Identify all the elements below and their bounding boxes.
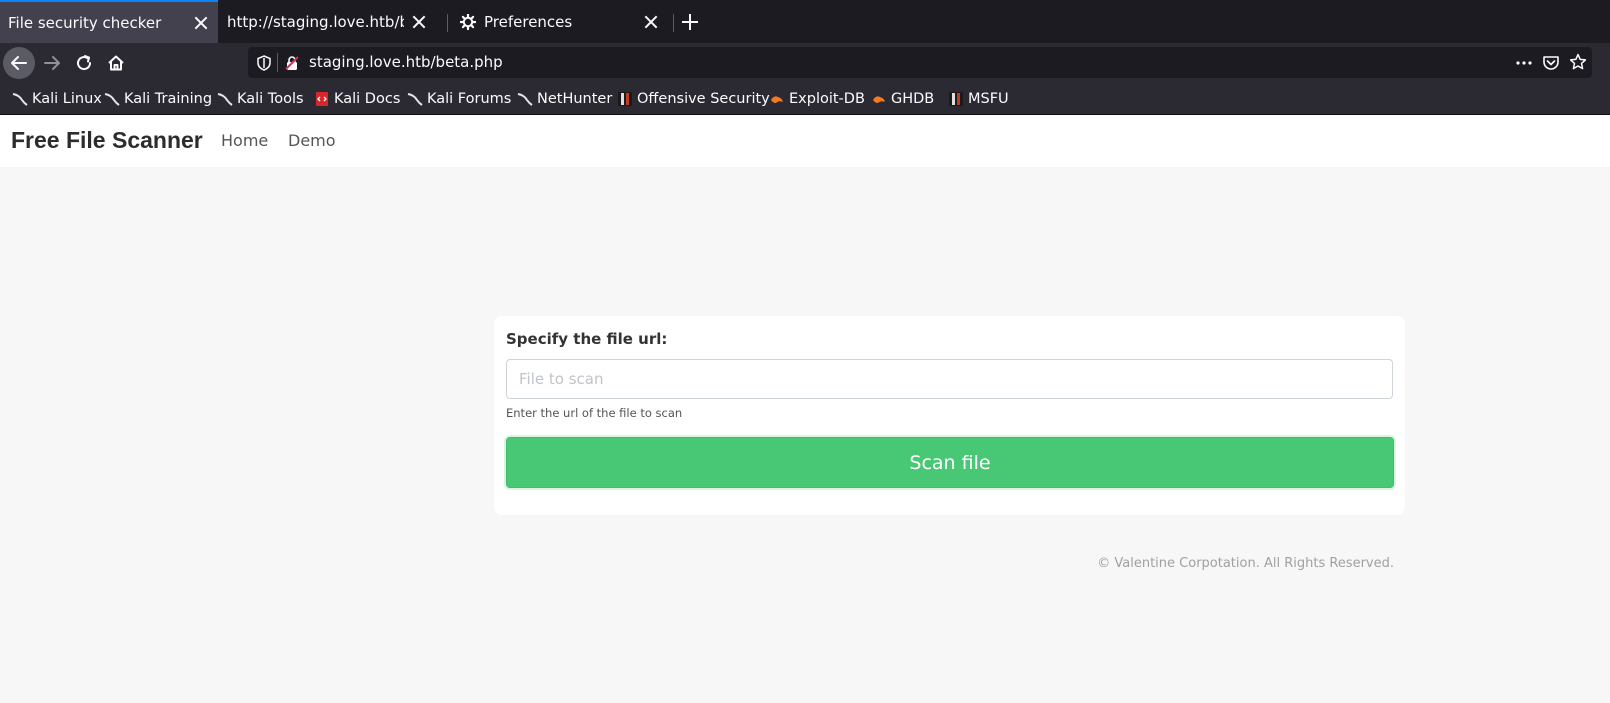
offsec-icon xyxy=(949,92,963,106)
bookmark-label: MSFU xyxy=(968,91,1009,107)
back-button[interactable] xyxy=(3,47,35,79)
bookmark-label: Exploit-DB xyxy=(789,91,865,107)
offsec-icon xyxy=(618,92,632,106)
navigation-toolbar: staging.love.htb/beta.php xyxy=(0,43,1610,83)
kali-dragon-icon xyxy=(217,93,233,106)
scan-form-card: Specify the file url: Enter the url of t… xyxy=(494,316,1405,515)
kali-dragon-icon xyxy=(517,93,533,106)
close-tab-icon[interactable] xyxy=(644,15,658,29)
bookmark-kali-training[interactable]: Kali Training xyxy=(104,89,212,109)
bookmark-kali-tools[interactable]: Kali Tools xyxy=(217,89,304,109)
bookmark-kali-docs[interactable]: Kali Docs xyxy=(314,89,400,109)
tab-label: Preferences xyxy=(484,12,573,31)
close-tab-icon[interactable] xyxy=(412,15,426,29)
insecure-lock-icon[interactable] xyxy=(284,55,300,71)
arrow-right-icon xyxy=(44,56,60,70)
bookmark-nethunter[interactable]: NetHunter xyxy=(517,89,612,109)
file-url-help-text: Enter the url of the file to scan xyxy=(506,406,683,420)
bookmark-label: Kali Linux xyxy=(32,91,102,107)
tab-staging-beta[interactable]: http://staging.love.htb/beta.php xyxy=(219,0,436,43)
kali-dragon-icon xyxy=(12,93,28,106)
nav-link-home[interactable]: Home xyxy=(221,131,268,150)
url-divider xyxy=(277,53,278,72)
new-tab-icon[interactable] xyxy=(680,12,700,32)
bookmark-label: Kali Forums xyxy=(427,91,512,107)
kali-dragon-icon xyxy=(104,93,120,106)
nav-link-demo[interactable]: Demo xyxy=(288,131,336,150)
bookmark-label: Kali Docs xyxy=(334,91,401,107)
bookmark-ghdb[interactable]: GHDB xyxy=(871,89,934,109)
site-navbar: Free File Scanner Home Demo xyxy=(0,115,1610,167)
tab-divider xyxy=(673,14,674,32)
scan-file-button[interactable]: Scan file xyxy=(506,437,1394,488)
exploit-db-icon xyxy=(873,96,885,103)
home-icon xyxy=(108,55,124,71)
file-url-input[interactable] xyxy=(506,359,1393,399)
bookmark-label: Offensive Security xyxy=(637,91,770,107)
tab-strip: File security checker http://staging.lov… xyxy=(0,0,1610,43)
arrow-left-icon xyxy=(11,56,27,70)
home-button[interactable] xyxy=(100,47,132,79)
file-url-label: Specify the file url: xyxy=(506,330,668,348)
more-options-icon[interactable] xyxy=(1514,55,1534,71)
bookmark-kali-linux[interactable]: Kali Linux xyxy=(12,89,102,109)
gear-icon xyxy=(460,13,476,30)
bookmark-label: Kali Tools xyxy=(237,91,304,107)
reload-button[interactable] xyxy=(68,47,100,79)
pocket-icon[interactable] xyxy=(1542,54,1560,72)
bookmark-exploit-db[interactable]: Exploit-DB xyxy=(769,89,865,109)
url-bar[interactable]: staging.love.htb/beta.php xyxy=(248,47,1592,78)
kali-dragon-icon xyxy=(407,93,423,106)
tab-label: File security checker xyxy=(8,13,162,32)
kali-docs-icon xyxy=(316,92,328,106)
bookmark-label: NetHunter xyxy=(537,91,613,107)
bookmark-label: GHDB xyxy=(891,91,935,107)
bookmarks-toolbar: Kali Linux Kali Training Kali Tools Kali… xyxy=(0,83,1610,115)
close-tab-icon[interactable] xyxy=(194,16,208,30)
shield-icon[interactable] xyxy=(256,55,272,71)
bookmark-msfu[interactable]: MSFU xyxy=(948,89,1009,109)
exploit-db-icon xyxy=(771,96,783,103)
bookmark-star-icon[interactable] xyxy=(1569,53,1587,71)
forward-button[interactable] xyxy=(36,47,68,79)
site-brand[interactable]: Free File Scanner xyxy=(11,127,203,154)
bookmark-kali-forums[interactable]: Kali Forums xyxy=(407,89,511,109)
tab-label: http://staging.love.htb/beta.php xyxy=(227,12,404,31)
bookmark-offensive-security[interactable]: Offensive Security xyxy=(617,89,770,109)
url-text: staging.love.htb/beta.php xyxy=(309,53,503,71)
tab-preferences[interactable]: Preferences xyxy=(448,0,668,43)
reload-icon xyxy=(77,55,92,71)
bookmark-label: Kali Training xyxy=(124,91,213,107)
tab-file-security-checker[interactable]: File security checker xyxy=(0,0,218,43)
footer-copyright: © Valentine Corpotation. All Rights Rese… xyxy=(1097,556,1394,571)
